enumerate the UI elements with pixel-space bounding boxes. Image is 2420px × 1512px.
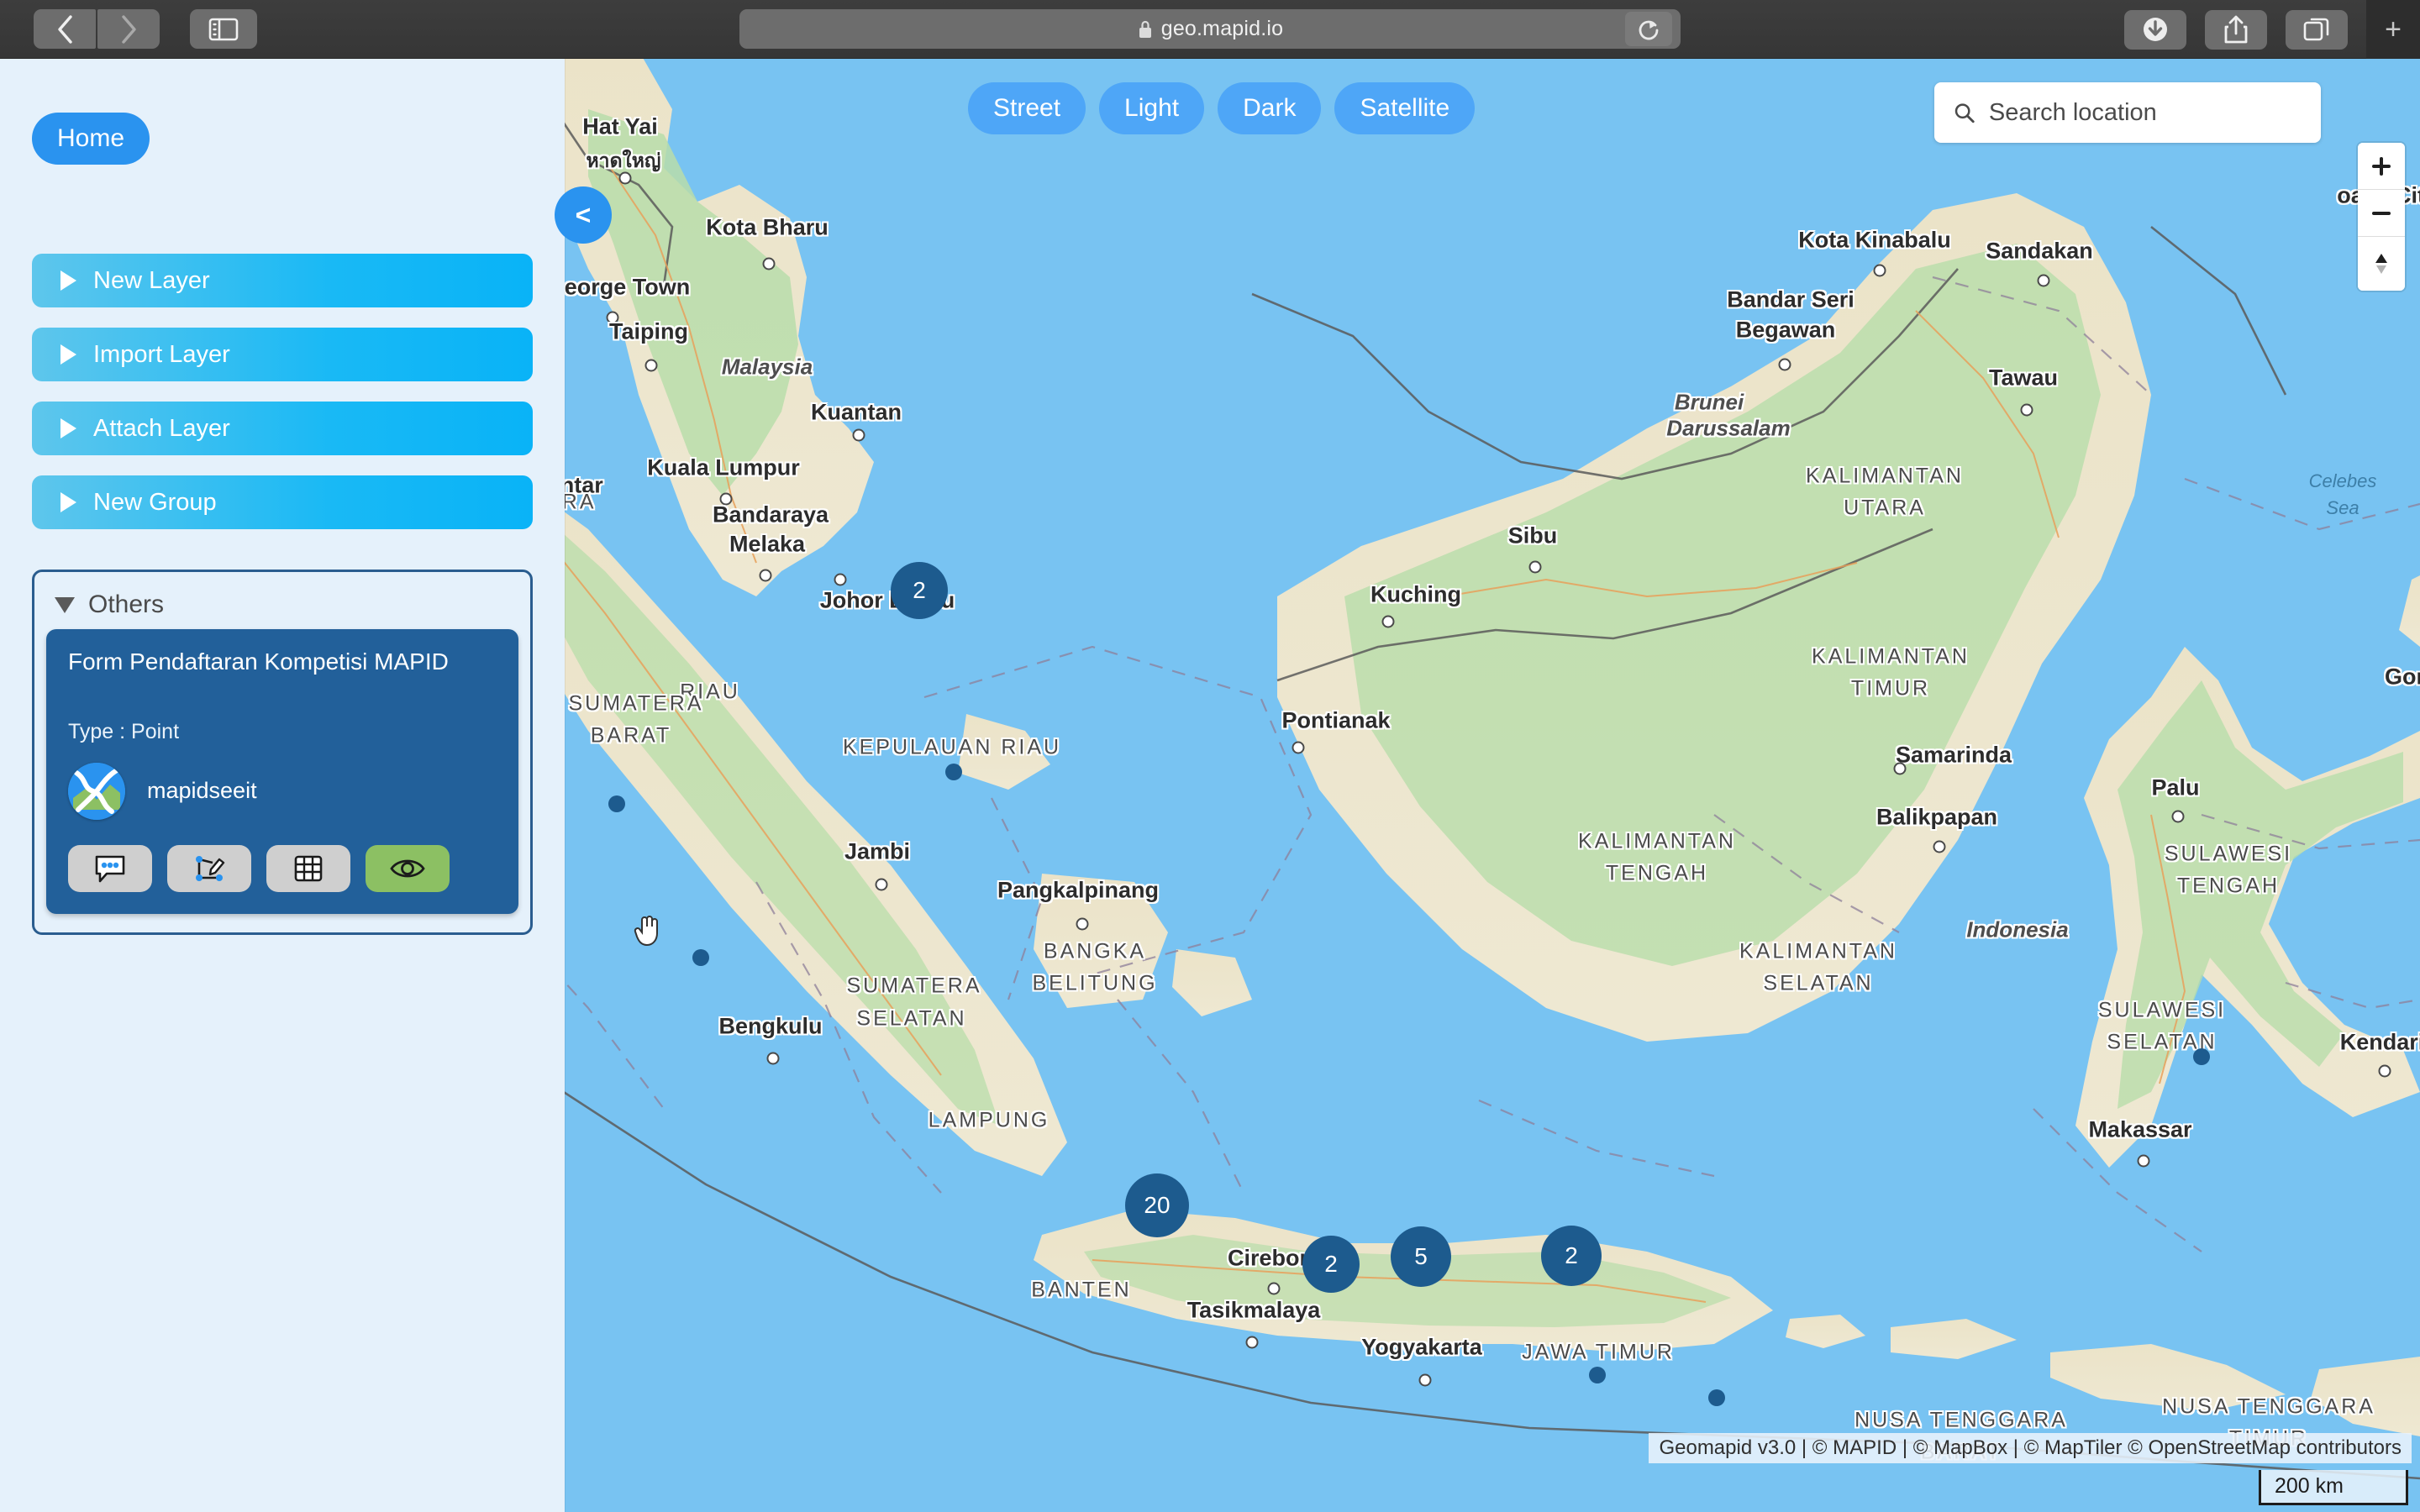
map-point-marker[interactable] bbox=[1708, 1389, 1725, 1406]
map-cluster-marker[interactable]: 2 bbox=[1541, 1226, 1602, 1286]
eye-icon bbox=[390, 859, 425, 877]
address-bar[interactable]: geo.mapid.io bbox=[739, 9, 1681, 49]
map-point-marker[interactable] bbox=[1589, 1367, 1606, 1383]
chevron-right-icon bbox=[122, 14, 136, 44]
layer-tools-row bbox=[68, 844, 497, 892]
layer-group-others: Others Form Pendaftaran Kompetisi MAPID … bbox=[32, 570, 533, 935]
triangle-down-icon bbox=[55, 596, 75, 613]
layer-edit-geometry-button[interactable] bbox=[167, 844, 251, 892]
map-scale-bar: 200 km bbox=[2259, 1470, 2408, 1505]
forward-button[interactable] bbox=[97, 9, 160, 49]
map-style-satellite[interactable]: Satellite bbox=[1334, 82, 1476, 134]
browser-toolbar: geo.mapid.io + bbox=[0, 0, 2420, 59]
layer-type: Type : Point bbox=[68, 719, 180, 743]
import-layer-button[interactable]: Import Layer bbox=[32, 328, 533, 381]
reload-icon bbox=[1639, 20, 1659, 39]
chevron-left-icon bbox=[58, 14, 72, 44]
home-button[interactable]: Home bbox=[32, 113, 150, 165]
compass-icon bbox=[2375, 254, 2387, 274]
minus-icon bbox=[2372, 211, 2391, 215]
share-icon bbox=[2224, 15, 2248, 44]
zoom-in-button[interactable] bbox=[2358, 143, 2405, 190]
triangle-right-icon bbox=[60, 270, 76, 291]
triangle-right-icon bbox=[60, 492, 76, 512]
map-style-switcher: Street Light Dark Satellite bbox=[968, 82, 1476, 134]
back-button[interactable] bbox=[34, 9, 96, 49]
layer-owner-name: mapidseeit bbox=[147, 778, 257, 804]
triangle-right-icon bbox=[60, 418, 76, 438]
comment-icon bbox=[95, 855, 125, 882]
new-layer-label: New Layer bbox=[93, 266, 210, 294]
map-point-marker[interactable] bbox=[608, 795, 625, 812]
download-icon bbox=[2144, 18, 2167, 41]
url-text: geo.mapid.io bbox=[1160, 17, 1284, 40]
layers-sidebar: Home New Layer Import Layer Attach Layer… bbox=[0, 59, 565, 1512]
import-layer-label: Import Layer bbox=[93, 340, 230, 368]
map-style-light[interactable]: Light bbox=[1099, 82, 1205, 134]
layer-owner-row: mapidseeit bbox=[68, 762, 497, 820]
mapid-logo-icon bbox=[68, 762, 125, 820]
layer-comment-button[interactable] bbox=[68, 844, 152, 892]
zoom-out-button[interactable] bbox=[2358, 190, 2405, 237]
map-point-marker[interactable] bbox=[692, 949, 709, 966]
map-style-street[interactable]: Street bbox=[968, 82, 1086, 134]
browser-tools-group: + bbox=[2124, 0, 2420, 59]
new-group-label: New Group bbox=[93, 488, 217, 516]
layer-table-button[interactable] bbox=[266, 844, 350, 892]
table-icon bbox=[294, 855, 323, 881]
downloads-button[interactable] bbox=[2124, 9, 2186, 50]
edit-geometry-icon bbox=[196, 855, 225, 881]
map-cluster-marker[interactable]: 5 bbox=[1391, 1226, 1451, 1287]
group-title: Others bbox=[88, 591, 165, 618]
attach-layer-button[interactable]: Attach Layer bbox=[32, 402, 533, 455]
layer-visibility-button[interactable] bbox=[366, 844, 450, 892]
search-icon bbox=[1954, 103, 1975, 123]
avatar bbox=[68, 762, 125, 820]
sidebar-toggle-icon bbox=[208, 18, 239, 40]
sidebar-collapse-button[interactable]: < bbox=[555, 186, 612, 244]
map-point-marker[interactable] bbox=[945, 764, 962, 780]
new-layer-button[interactable]: New Layer bbox=[32, 254, 533, 307]
map-attribution: Geomapid v3.0 | © MAPID | © MapBox | © M… bbox=[1649, 1433, 2412, 1463]
layer-card[interactable]: Form Pendaftaran Kompetisi MAPID Type : … bbox=[46, 629, 518, 914]
new-tab-button[interactable]: + bbox=[2366, 0, 2420, 59]
triangle-right-icon bbox=[60, 344, 76, 365]
sidebar-toggle-button[interactable] bbox=[190, 9, 257, 49]
tab-overview-icon bbox=[2303, 18, 2329, 41]
tab-overview-button[interactable] bbox=[2286, 9, 2348, 50]
url-display: geo.mapid.io bbox=[1137, 17, 1284, 41]
browser-nav-group bbox=[34, 9, 160, 49]
search-input[interactable] bbox=[1988, 98, 2302, 127]
group-header[interactable]: Others bbox=[46, 585, 518, 629]
plus-icon bbox=[2372, 156, 2391, 176]
map-cluster-marker[interactable]: 2 bbox=[1302, 1236, 1360, 1293]
attach-layer-label: Attach Layer bbox=[93, 414, 230, 442]
map-point-marker[interactable] bbox=[2193, 1048, 2210, 1065]
new-tab-label: + bbox=[2385, 13, 2402, 45]
map-style-dark[interactable]: Dark bbox=[1218, 82, 1322, 134]
share-button[interactable] bbox=[2205, 9, 2267, 50]
reload-button[interactable] bbox=[1625, 12, 1672, 46]
lock-icon bbox=[1139, 20, 1151, 38]
map-zoom-controls bbox=[2358, 143, 2405, 291]
layer-actions-list: New Layer Import Layer Attach Layer New … bbox=[32, 254, 533, 549]
new-group-button[interactable]: New Group bbox=[32, 475, 533, 529]
app-container: Hat Yai หาดใหญ่ Kota Bharu George Town Taipi… bbox=[0, 59, 2420, 1512]
compass-button[interactable] bbox=[2358, 237, 2405, 291]
layer-title: Form Pendaftaran Kompetisi MAPID bbox=[68, 648, 449, 675]
map-cluster-marker[interactable]: 2 bbox=[891, 562, 948, 619]
location-search-box[interactable] bbox=[1934, 82, 2321, 143]
map-cluster-marker[interactable]: 20 bbox=[1125, 1173, 1189, 1237]
